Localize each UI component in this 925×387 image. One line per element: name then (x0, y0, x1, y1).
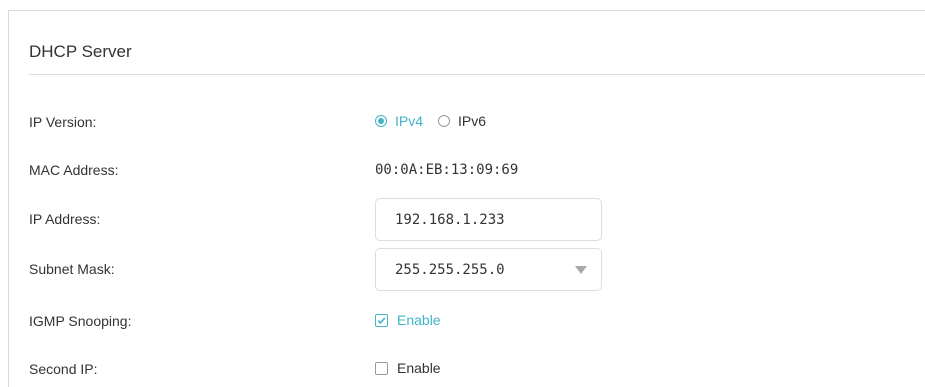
checkbox-unchecked-icon (375, 361, 388, 375)
subnet-mask-value: 255.255.255.0 (395, 261, 505, 278)
radio-ipv6[interactable]: IPv6 (438, 113, 486, 129)
section-title: DHCP Server (29, 42, 132, 61)
mac-address-label: MAC Address: (29, 162, 119, 178)
second-ip-label: Second IP: (29, 361, 98, 377)
radio-unselected-icon (438, 115, 451, 127)
ip-address-input[interactable] (376, 211, 601, 228)
chevron-down-icon (575, 265, 587, 274)
checkbox-checked-icon (375, 313, 388, 327)
ip-version-label: IP Version: (29, 114, 97, 130)
radio-ipv4-label: IPv4 (395, 113, 424, 129)
mac-address-value: 00:0A:EB:13:09:69 (375, 162, 519, 178)
igmp-snooping-checkbox[interactable]: Enable (375, 312, 441, 328)
subnet-mask-select[interactable]: 255.255.255.0 (375, 248, 602, 291)
radio-ipv6-label: IPv6 (458, 113, 487, 129)
ip-address-field (375, 198, 602, 241)
radio-ipv4[interactable]: IPv4 (375, 113, 423, 129)
igmp-snooping-enable-label: Enable (397, 312, 441, 328)
section-divider (29, 74, 925, 75)
ip-version-radio-group: IPv4 IPv6 (375, 113, 501, 129)
second-ip-enable-label: Enable (397, 360, 441, 376)
second-ip-checkbox[interactable]: Enable (375, 360, 441, 376)
radio-selected-icon (375, 115, 387, 127)
ip-address-label: IP Address: (29, 211, 101, 227)
subnet-mask-label: Subnet Mask: (29, 261, 115, 277)
igmp-snooping-label: IGMP Snooping: (29, 313, 132, 329)
